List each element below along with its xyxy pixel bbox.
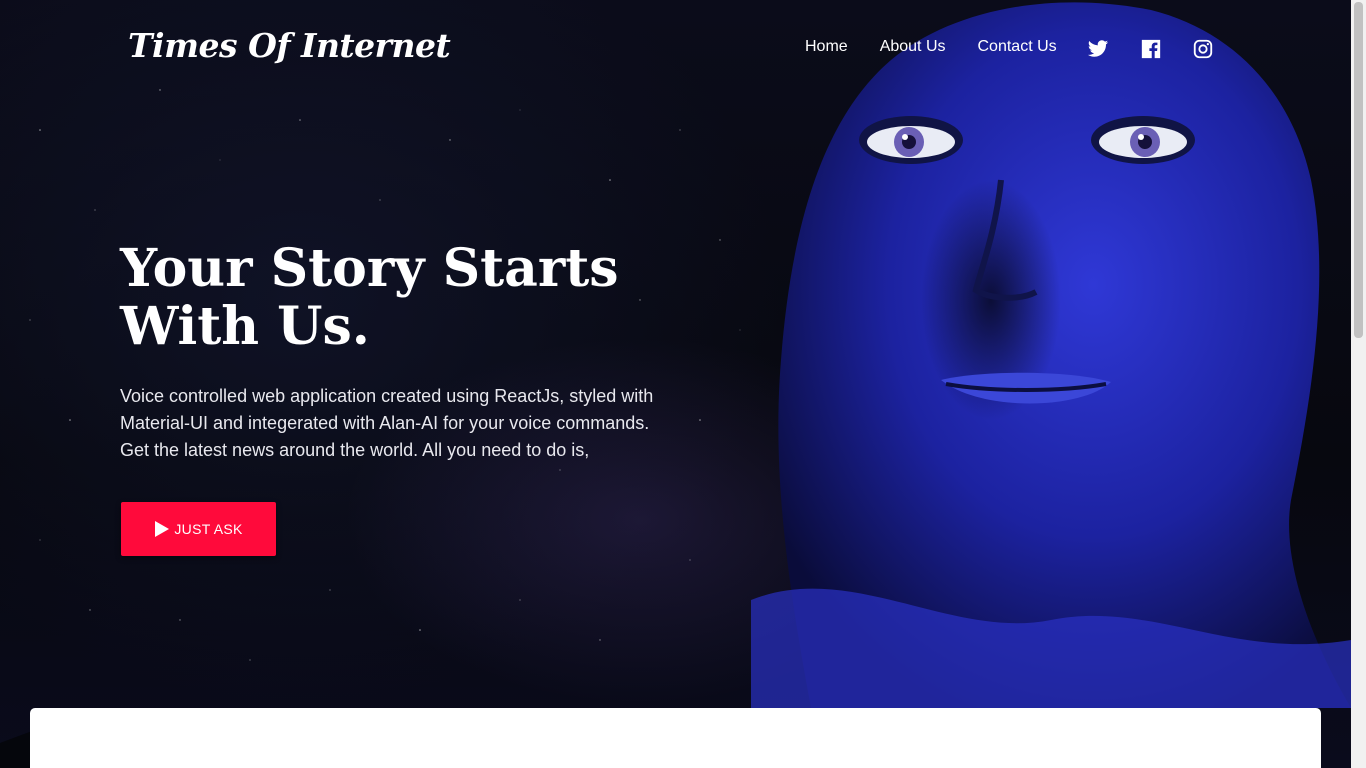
hero-headline-line-1: Your Story Starts [120,238,619,299]
content-card [30,708,1321,768]
hero-headline: Your Story Starts With Us. [120,240,680,356]
nav-link-about-us[interactable]: About Us [880,38,946,56]
nav-links: Home About Us Contact Us [805,38,1089,56]
facebook-icon[interactable] [1140,38,1162,60]
top-navbar: Times Of Internet Home About Us Contact … [0,0,1351,100]
hero-description: Voice controlled web application created… [120,386,654,460]
page-scrollbar[interactable] [1351,0,1366,768]
twitter-icon[interactable] [1087,38,1109,60]
just-ask-button[interactable]: JUST ASK [121,502,276,556]
nav-link-home[interactable]: Home [805,38,848,56]
instagram-icon[interactable] [1192,38,1214,60]
blue-painted-face-image [751,2,1351,708]
just-ask-label: JUST ASK [174,521,243,537]
nav-link-contact-us[interactable]: Contact Us [978,38,1057,56]
hero-headline-line-2: With Us. [120,296,370,357]
site-logo[interactable]: Times Of Internet [128,26,451,65]
scrollbar-thumb[interactable] [1354,2,1363,338]
play-icon [155,521,170,537]
